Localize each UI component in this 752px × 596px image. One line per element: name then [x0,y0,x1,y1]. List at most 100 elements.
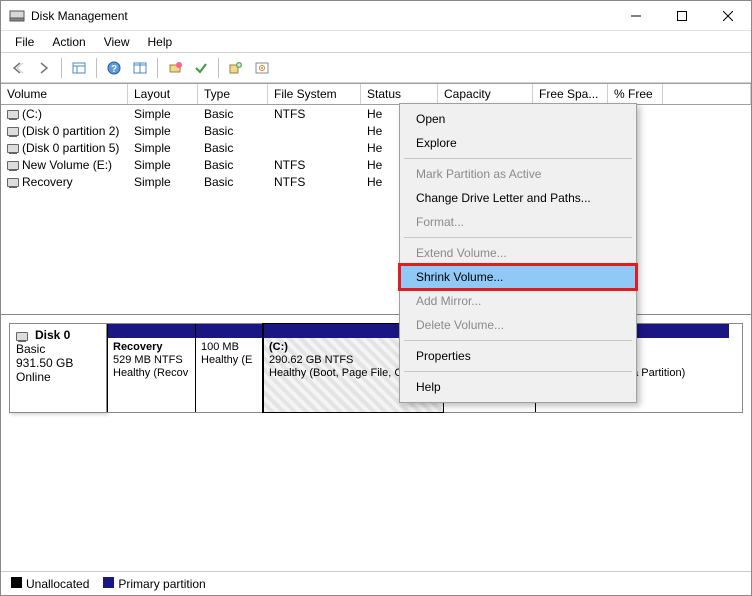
menu-mark-active[interactable]: Mark Partition as Active [402,162,634,186]
col-layout[interactable]: Layout [128,84,198,104]
menu-file[interactable]: File [7,33,42,51]
window-controls [613,1,751,30]
menu-bar: File Action View Help [1,31,751,53]
menu-open[interactable]: Open [402,107,634,131]
partition[interactable]: 100 MBHealthy (E [195,324,263,412]
menu-delete[interactable]: Delete Volume... [402,313,634,337]
table-row[interactable]: New Volume (E:) Simple Basic NTFS He [1,156,751,173]
toolbar-separator [61,58,62,78]
partition-name: Recovery [113,341,190,354]
disk-icon [16,332,28,341]
volume-layout: Simple [128,158,198,172]
volume-name: (Disk 0 partition 2) [22,124,119,138]
volume-layout: Simple [128,141,198,155]
drive-icon [7,178,19,187]
drive-icon [7,161,19,170]
toolbar-separator [96,58,97,78]
legend-primary: Primary partition [103,577,205,591]
toolbar-separator [157,58,158,78]
forward-button[interactable] [33,57,55,79]
context-menu: Open Explore Mark Partition as Active Ch… [399,103,637,403]
toolbar-separator [218,58,219,78]
col-filesystem[interactable]: File System [268,84,361,104]
title-bar: Disk Management [1,1,751,31]
legend-swatch-blue [103,577,114,588]
volume-type: Basic [198,158,268,172]
table-row[interactable]: (Disk 0 partition 5) Simple Basic He [1,139,751,156]
back-button[interactable] [7,57,29,79]
volume-status: He [361,141,387,155]
view-icon[interactable] [68,57,90,79]
table-row[interactable]: Recovery Simple Basic NTFS He [1,173,751,190]
volume-table-body: (C:) Simple Basic NTFS He (Disk 0 partit… [1,105,751,315]
legend-swatch-black [11,577,22,588]
check-icon[interactable] [190,57,212,79]
volume-name: New Volume (E:) [22,158,112,172]
volume-status: He [361,158,387,172]
table-row[interactable]: (C:) Simple Basic NTFS He [1,105,751,122]
col-type[interactable]: Type [198,84,268,104]
menu-extend[interactable]: Extend Volume... [402,241,634,265]
volume-layout: Simple [128,175,198,189]
partition-size: 100 MB [201,341,258,354]
menu-format[interactable]: Format... [402,210,634,234]
volume-type: Basic [198,107,268,121]
disk-name: Disk 0 [35,328,70,342]
disk-size: 931.50 GB [16,356,100,370]
partition-size: 529 MB NTFS [113,354,190,367]
help-icon[interactable]: ? [103,57,125,79]
volume-type: Basic [198,124,268,138]
volume-status: He [361,107,387,121]
col-volume[interactable]: Volume [1,84,128,104]
volume-layout: Simple [128,124,198,138]
legend: Unallocated Primary partition [1,571,751,595]
settings-icon[interactable] [164,57,186,79]
col-pct[interactable]: % Free [608,84,663,104]
action-icon[interactable] [225,57,247,79]
volume-table-header: Volume Layout Type File System Status Ca… [1,83,751,105]
menu-separator [404,158,632,159]
menu-shrink[interactable]: Shrink Volume... [400,265,636,289]
menu-mirror[interactable]: Add Mirror... [402,289,634,313]
app-icon [9,8,25,24]
list-icon[interactable] [129,57,151,79]
minimize-button[interactable] [613,1,659,30]
menu-separator [404,371,632,372]
volume-status: He [361,175,387,189]
partition[interactable]: Recovery529 MB NTFSHealthy (Recov [107,324,195,412]
window-title: Disk Management [31,9,128,23]
volume-layout: Simple [128,107,198,121]
col-free[interactable]: Free Spa... [533,84,608,104]
partition-status: Healthy (Recov [113,367,190,380]
legend-unallocated: Unallocated [11,577,89,591]
volume-name: (Disk 0 partition 5) [22,141,119,155]
disk-info[interactable]: Disk 0 Basic 931.50 GB Online [9,323,107,413]
menu-help[interactable]: Help [140,33,181,51]
menu-view[interactable]: View [96,33,138,51]
partition-color-bar [108,324,195,338]
gear-icon[interactable] [251,57,273,79]
maximize-button[interactable] [659,1,705,30]
menu-help[interactable]: Help [402,375,634,399]
svg-text:?: ? [111,64,117,75]
volume-name: (C:) [22,107,42,121]
volume-type: Basic [198,175,268,189]
volume-fs: NTFS [268,158,361,172]
table-row[interactable]: (Disk 0 partition 2) Simple Basic He [1,122,751,139]
drive-icon [7,110,19,119]
volume-type: Basic [198,141,268,155]
menu-properties[interactable]: Properties [402,344,634,368]
menu-change-letter[interactable]: Change Drive Letter and Paths... [402,186,634,210]
disk-state: Online [16,370,100,384]
volume-fs: NTFS [268,175,361,189]
col-status[interactable]: Status [361,84,438,104]
close-button[interactable] [705,1,751,30]
volume-fs: NTFS [268,107,361,121]
drive-icon [7,144,19,153]
menu-explore[interactable]: Explore [402,131,634,155]
menu-action[interactable]: Action [44,33,93,51]
disk-graphic-panel: Disk 0 Basic 931.50 GB Online Recovery52… [1,315,751,421]
col-capacity[interactable]: Capacity [438,84,533,104]
drive-icon [7,127,19,136]
volume-status: He [361,124,387,138]
